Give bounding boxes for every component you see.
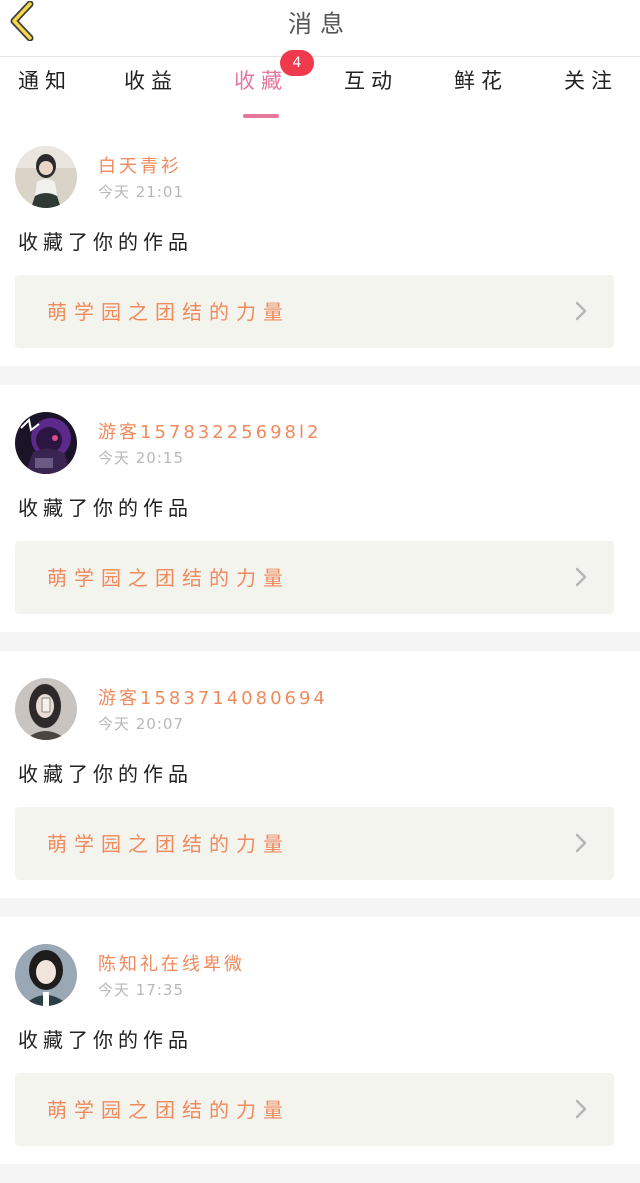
- divider: [0, 366, 640, 385]
- timestamp: 今天 21:01: [98, 183, 184, 201]
- timestamp: 今天 20:07: [98, 715, 184, 733]
- tab-bar: 通知 收益 收藏 互动 鲜花 关注: [0, 57, 640, 119]
- tab-label: 关注: [564, 69, 618, 93]
- work-link[interactable]: 萌学园之团结的力量: [15, 541, 614, 614]
- list-item: 陈知礼在线卑微 今天 17:35 收藏了你的作品 萌学园之团结的力量: [0, 917, 640, 1164]
- page-title: 消息: [288, 10, 352, 38]
- divider: [0, 632, 640, 651]
- work-title: 萌学园之团结的力量: [47, 300, 290, 324]
- top-bar: 消息: [0, 0, 640, 57]
- action-text: 收藏了你的作品: [18, 230, 193, 254]
- tab-label: 互动: [344, 69, 398, 93]
- avatar[interactable]: [15, 146, 77, 208]
- username[interactable]: 陈知礼在线卑微: [98, 950, 245, 976]
- user-avatar-icon: [15, 944, 77, 1006]
- favorites-count-badge: 4: [280, 50, 314, 76]
- list-item: 游客1583714080694 今天 20:07 收藏了你的作品 萌学园之团结的…: [0, 651, 640, 898]
- chevron-right-icon: [575, 1099, 587, 1119]
- action-text: 收藏了你的作品: [18, 1028, 193, 1052]
- tab-label: 收藏: [234, 69, 288, 93]
- tab-earnings[interactable]: 收益: [106, 65, 196, 111]
- user-avatar-icon: [15, 412, 77, 474]
- chevron-right-icon: [575, 567, 587, 587]
- chevron-right-icon: [575, 833, 587, 853]
- user-avatar-icon: [15, 146, 77, 208]
- username[interactable]: 白天青衫: [98, 152, 182, 178]
- chevron-right-icon: [575, 301, 587, 321]
- work-title: 萌学园之团结的力量: [47, 1098, 290, 1122]
- list-item: 游客15783225698l2 今天 20:15 收藏了你的作品 萌学园之团结的…: [0, 385, 640, 632]
- tab-following[interactable]: 关注: [546, 65, 636, 111]
- list-item: 白天青衫 今天 21:01 收藏了你的作品 萌学园之团结的力量: [0, 119, 640, 366]
- work-link[interactable]: 萌学园之团结的力量: [15, 275, 614, 348]
- action-text: 收藏了你的作品: [18, 762, 193, 786]
- avatar[interactable]: [15, 412, 77, 474]
- timestamp: 今天 20:15: [98, 449, 184, 467]
- avatar[interactable]: [15, 944, 77, 1006]
- work-link[interactable]: 萌学园之团结的力量: [15, 807, 614, 880]
- action-text: 收藏了你的作品: [18, 496, 193, 520]
- tab-label: 通知: [18, 69, 72, 93]
- active-tab-indicator: [243, 114, 279, 118]
- work-title: 萌学园之团结的力量: [47, 566, 290, 590]
- work-link[interactable]: 萌学园之团结的力量: [15, 1073, 614, 1146]
- avatar[interactable]: [15, 678, 77, 740]
- username[interactable]: 游客15783225698l2: [98, 418, 321, 444]
- work-title: 萌学园之团结的力量: [47, 832, 290, 856]
- tab-interactions[interactable]: 互动: [326, 65, 416, 111]
- tab-label: 收益: [124, 69, 178, 93]
- user-avatar-icon: [15, 678, 77, 740]
- divider: [0, 1164, 640, 1183]
- tab-notifications[interactable]: 通知: [0, 65, 90, 111]
- username[interactable]: 游客1583714080694: [98, 684, 328, 710]
- tab-label: 鲜花: [454, 69, 508, 93]
- divider: [0, 898, 640, 917]
- timestamp: 今天 17:35: [98, 981, 184, 999]
- tab-flowers[interactable]: 鲜花: [436, 65, 526, 111]
